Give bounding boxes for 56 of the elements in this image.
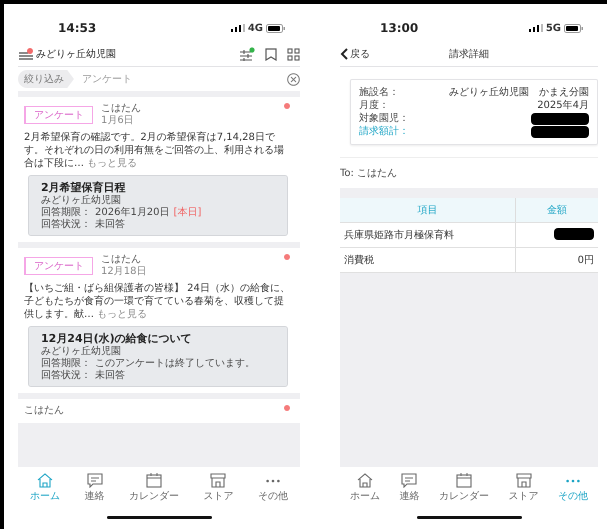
tab-item[interactable]: 連絡 [84,473,105,505]
status-value: 未回答 [95,370,125,382]
status-label: 回答状況： [41,370,91,382]
survey-card[interactable]: 2月希望保育日程 みどりヶ丘幼児園 回答期限： 2026年1月20日 [本日] 回答状況： 未回答 [28,175,288,236]
post-date: 12月18日 [101,266,146,278]
tab-item[interactable]: ストア [508,473,539,505]
tab-item[interactable]: 連絡 [399,473,420,505]
card-title: 12月24日(水)の給食について [41,331,193,346]
status-value: 未回答 [95,219,125,231]
table-cell-text: 0円 [578,254,594,267]
card-organization: みどりヶ丘幼児園 [41,346,122,358]
network-label: 5G [546,22,561,34]
tab-item[interactable]: その他 [558,473,588,505]
deadline-value: このアンケートは終了しています。 [95,358,255,370]
read-more-link[interactable]: もっと見る [97,309,148,320]
status-time: 13:00 [380,21,418,35]
post-body: 2月希望保育の確認です。2月の希望保育は7,14,28日です。それぞれの日の利用有無をご回答の上、利用される場合は下段に… もっと見る [24,131,285,170]
deadline-value: 2026年1月20日 [95,207,170,218]
summary-label: 施設名： [359,86,399,99]
tab-item[interactable]: カレンダー [438,473,489,505]
filter-value: アンケート [82,73,132,86]
column-header: 項目 [340,198,516,222]
status-time: 14:53 [58,21,96,35]
survey-card[interactable]: 12月24日(水)の給食について みどりヶ丘幼児園 回答期限： このアンケートは終了しています。 回答状況： 未回答 [28,326,288,387]
post-author: こはたん [101,103,141,115]
post-body: 【いちご組・ばら組保護者の皆様】 24日（水）の給食に、子どもたちが食育の一環で育てている春菊を、収穫して提供します。献… もっと見る [24,282,291,321]
deadline-label: 回答期限： [41,207,91,218]
read-more-link[interactable]: もっと見る [87,158,138,169]
post-author: こはたん [24,405,64,417]
post-date: 1月6日 [101,115,135,127]
survey-tag: アンケート [24,106,93,124]
summary-value: 2025年4月 [537,99,589,112]
table-cell: 兵庫県姫路市月極保育料 [340,223,516,247]
summary-value: みどりヶ丘幼児園 かまえ分園 [449,86,589,99]
tab-item[interactable]: ホーム [350,473,380,505]
summary-label: 請求額計： [359,125,409,138]
survey-tag: アンケート [24,257,93,275]
recipient-text: To: こはたん [340,167,398,181]
tab-item[interactable]: その他 [258,473,288,505]
summary-label: 対象園児： [359,112,409,125]
network-label: 4G [248,22,263,34]
tab-item[interactable]: ストア [203,473,234,505]
card-organization: みどりヶ丘幼児園 [41,195,122,206]
deadline-note: [本日] [174,207,202,219]
filter-chip[interactable]: 絞り込み [18,70,74,88]
table-cell: 消費税 [340,248,516,272]
page-title: 請求詳細 [449,48,489,61]
back-button[interactable]: 戻る [340,47,370,61]
tab-item[interactable]: カレンダー [128,473,179,505]
card-title: 2月希望保育日程 [41,180,127,194]
deadline-label: 回答期限： [41,358,91,370]
summary-label: 月度： [359,99,389,112]
status-label: 回答状況： [41,219,91,231]
column-header: 金額 [546,204,568,218]
post-author: こはたん [101,254,142,266]
school-title: みどりヶ丘幼児園 [36,48,116,61]
